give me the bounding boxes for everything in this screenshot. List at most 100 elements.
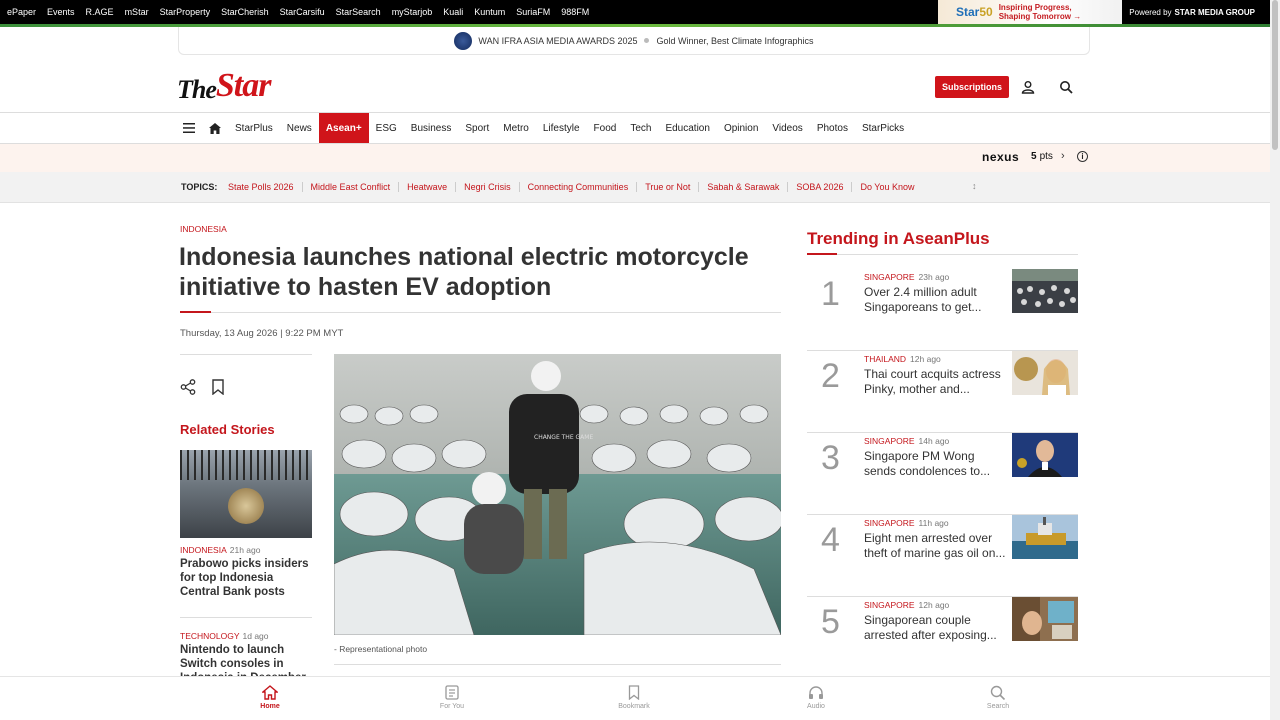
trending-ago: 23h ago — [918, 272, 950, 282]
topic-negri-crisis[interactable]: Negri Crisis — [455, 182, 519, 192]
nav-food[interactable]: Food — [587, 113, 624, 143]
bookmark-icon[interactable] — [211, 379, 225, 395]
trending-divider — [807, 254, 1078, 255]
award-banner[interactable]: WAN IFRA ASIA MEDIA AWARDS 2025 Gold Win… — [178, 27, 1090, 55]
bottom-nav-for-you[interactable]: For You — [412, 677, 492, 720]
trending-thumbnail[interactable] — [1012, 433, 1078, 477]
trending-headline[interactable]: Eight men arrested over theft of marine … — [864, 531, 1006, 561]
nav-starplus[interactable]: StarPlus — [228, 113, 280, 143]
nav-asean-plus[interactable]: Asean+ — [318, 113, 369, 143]
topic-do-you-know[interactable]: Do You Know — [851, 182, 922, 192]
network-link-mstar[interactable]: mStar — [125, 7, 149, 17]
trending-item[interactable]: 2 THAILAND 12h ago Thai court acquits act… — [807, 351, 1078, 433]
trending-ago: 11h ago — [918, 518, 949, 528]
topic-middle-east-conflict[interactable]: Middle East Conflict — [301, 182, 399, 192]
nav-opinion[interactable]: Opinion — [717, 113, 765, 143]
news-feed-icon — [445, 685, 459, 700]
trending-headline[interactable]: Singaporean couple arrested after exposi… — [864, 613, 1006, 643]
nav-metro[interactable]: Metro — [496, 113, 536, 143]
the-star-logo[interactable]: The Star — [177, 67, 271, 105]
network-link-starsearch[interactable]: StarSearch — [336, 7, 381, 17]
trending-thumbnail[interactable] — [1012, 597, 1078, 641]
trending-headline[interactable]: Singapore PM Wong sends condolences to..… — [864, 449, 1006, 479]
nav-business[interactable]: Business — [404, 113, 459, 143]
trending-category[interactable]: THAILAND — [864, 354, 906, 364]
network-link-suriafm[interactable]: SuriaFM — [516, 7, 550, 17]
network-link-starcarsifu[interactable]: StarCarsifu — [280, 7, 325, 17]
related-divider — [180, 617, 312, 618]
trending-title: Trending in AseanPlus — [807, 229, 990, 248]
topic-connecting-communities[interactable]: Connecting Communities — [518, 182, 637, 192]
topic-sabah-sarawak[interactable]: Sabah & Sarawak — [698, 182, 787, 192]
related-story-headline[interactable]: Prabowo picks insiders for top Indonesia… — [180, 557, 314, 599]
home-icon[interactable] — [202, 113, 228, 143]
chevron-right-icon[interactable]: › — [1061, 150, 1065, 162]
trending-meta: THAILAND 12h ago — [864, 354, 941, 364]
trending-category[interactable]: SINGAPORE — [864, 518, 915, 528]
trending-item[interactable]: 3 SINGAPORE 14h ago Singapore PM Wong sen… — [807, 433, 1078, 515]
star-50-promo-banner[interactable]: Star50 Inspiring Progress, Shaping Tomor… — [938, 0, 1122, 24]
nav-videos[interactable]: Videos — [765, 113, 809, 143]
expand-topics-icon[interactable]: ↕ — [972, 181, 977, 191]
topic-soba[interactable]: SOBA 2026 — [787, 182, 851, 192]
nav-starpicks[interactable]: StarPicks — [855, 113, 911, 143]
logo-the: The — [177, 75, 217, 104]
nexus-logo[interactable]: nexus — [982, 150, 1019, 164]
trending-headline[interactable]: Thai court acquits actress Pinky, mother… — [864, 367, 1006, 397]
bottom-nav-home[interactable]: Home — [230, 677, 310, 720]
award-separator — [644, 38, 650, 43]
user-account-icon[interactable] — [1021, 80, 1035, 94]
network-link-starproperty[interactable]: StarProperty — [160, 7, 211, 17]
related-story-category[interactable]: INDONESIA — [180, 545, 227, 555]
trending-thumbnail[interactable] — [1012, 351, 1078, 395]
star-50-logo: Star50 — [956, 5, 993, 19]
network-link-mystarjob[interactable]: myStarjob — [392, 7, 433, 17]
trending-item[interactable]: 5 SINGAPORE 12h ago Singaporean couple ar… — [807, 597, 1078, 679]
related-story-headline[interactable]: Nintendo to launch Switch consoles in In… — [180, 643, 314, 676]
sidebar-divider — [180, 354, 312, 355]
bottom-nav-bookmark[interactable]: Bookmark — [594, 677, 674, 720]
page-scrollbar[interactable] — [1270, 0, 1280, 720]
network-link-kuntum[interactable]: Kuntum — [474, 7, 505, 17]
trending-thumbnail[interactable] — [1012, 515, 1078, 559]
topic-state-polls[interactable]: State Polls 2026 — [228, 182, 302, 192]
caption-divider — [334, 664, 781, 665]
trending-thumbnail[interactable] — [1012, 269, 1078, 313]
nav-tech[interactable]: Tech — [623, 113, 658, 143]
share-icon[interactable] — [180, 379, 196, 395]
related-story-category[interactable]: TECHNOLOGY — [180, 631, 240, 641]
network-link-starcherish[interactable]: StarCherish — [221, 7, 269, 17]
related-story-image[interactable] — [180, 450, 312, 538]
network-link-events[interactable]: Events — [47, 7, 75, 17]
nav-news[interactable]: News — [280, 113, 319, 143]
article-main-photo[interactable]: CHANGE THE GAME — [334, 354, 781, 635]
network-link-epaper[interactable]: ePaper — [7, 7, 36, 17]
bottom-nav-audio[interactable]: Audio — [776, 677, 856, 720]
nexus-points[interactable]: 5 pts — [1031, 151, 1053, 162]
info-icon[interactable]: i — [1077, 151, 1088, 162]
article-category[interactable]: INDONESIA — [180, 224, 227, 234]
topic-heatwave[interactable]: Heatwave — [398, 182, 455, 192]
trending-category[interactable]: SINGAPORE — [864, 272, 915, 282]
nav-lifestyle[interactable]: Lifestyle — [536, 113, 587, 143]
nav-sport[interactable]: Sport — [458, 113, 496, 143]
bank-emblem-graphic — [228, 488, 264, 524]
bottom-nav-search[interactable]: Search — [958, 677, 1038, 720]
trending-meta: SINGAPORE 11h ago — [864, 518, 949, 528]
network-link-kuali[interactable]: Kuali — [443, 7, 463, 17]
trending-category[interactable]: SINGAPORE — [864, 436, 915, 446]
nav-esg[interactable]: ESG — [369, 113, 404, 143]
menu-icon[interactable] — [176, 113, 202, 143]
nav-photos[interactable]: Photos — [810, 113, 855, 143]
trending-item[interactable]: 1 SINGAPORE 23h ago Over 2.4 million adul… — [807, 269, 1078, 351]
scrollbar-thumb[interactable] — [1272, 0, 1278, 150]
topic-true-or-not[interactable]: True or Not — [636, 182, 698, 192]
trending-item[interactable]: 4 SINGAPORE 11h ago Eight men arrested ov… — [807, 515, 1078, 597]
network-link-988fm[interactable]: 988FM — [561, 7, 589, 17]
search-icon[interactable] — [1059, 80, 1073, 94]
trending-headline[interactable]: Over 2.4 million adult Singaporeans to g… — [864, 285, 1006, 315]
trending-category[interactable]: SINGAPORE — [864, 600, 915, 610]
network-link-rage[interactable]: R.AGE — [86, 7, 114, 17]
subscriptions-button[interactable]: Subscriptions — [935, 76, 1009, 98]
nav-education[interactable]: Education — [658, 113, 716, 143]
